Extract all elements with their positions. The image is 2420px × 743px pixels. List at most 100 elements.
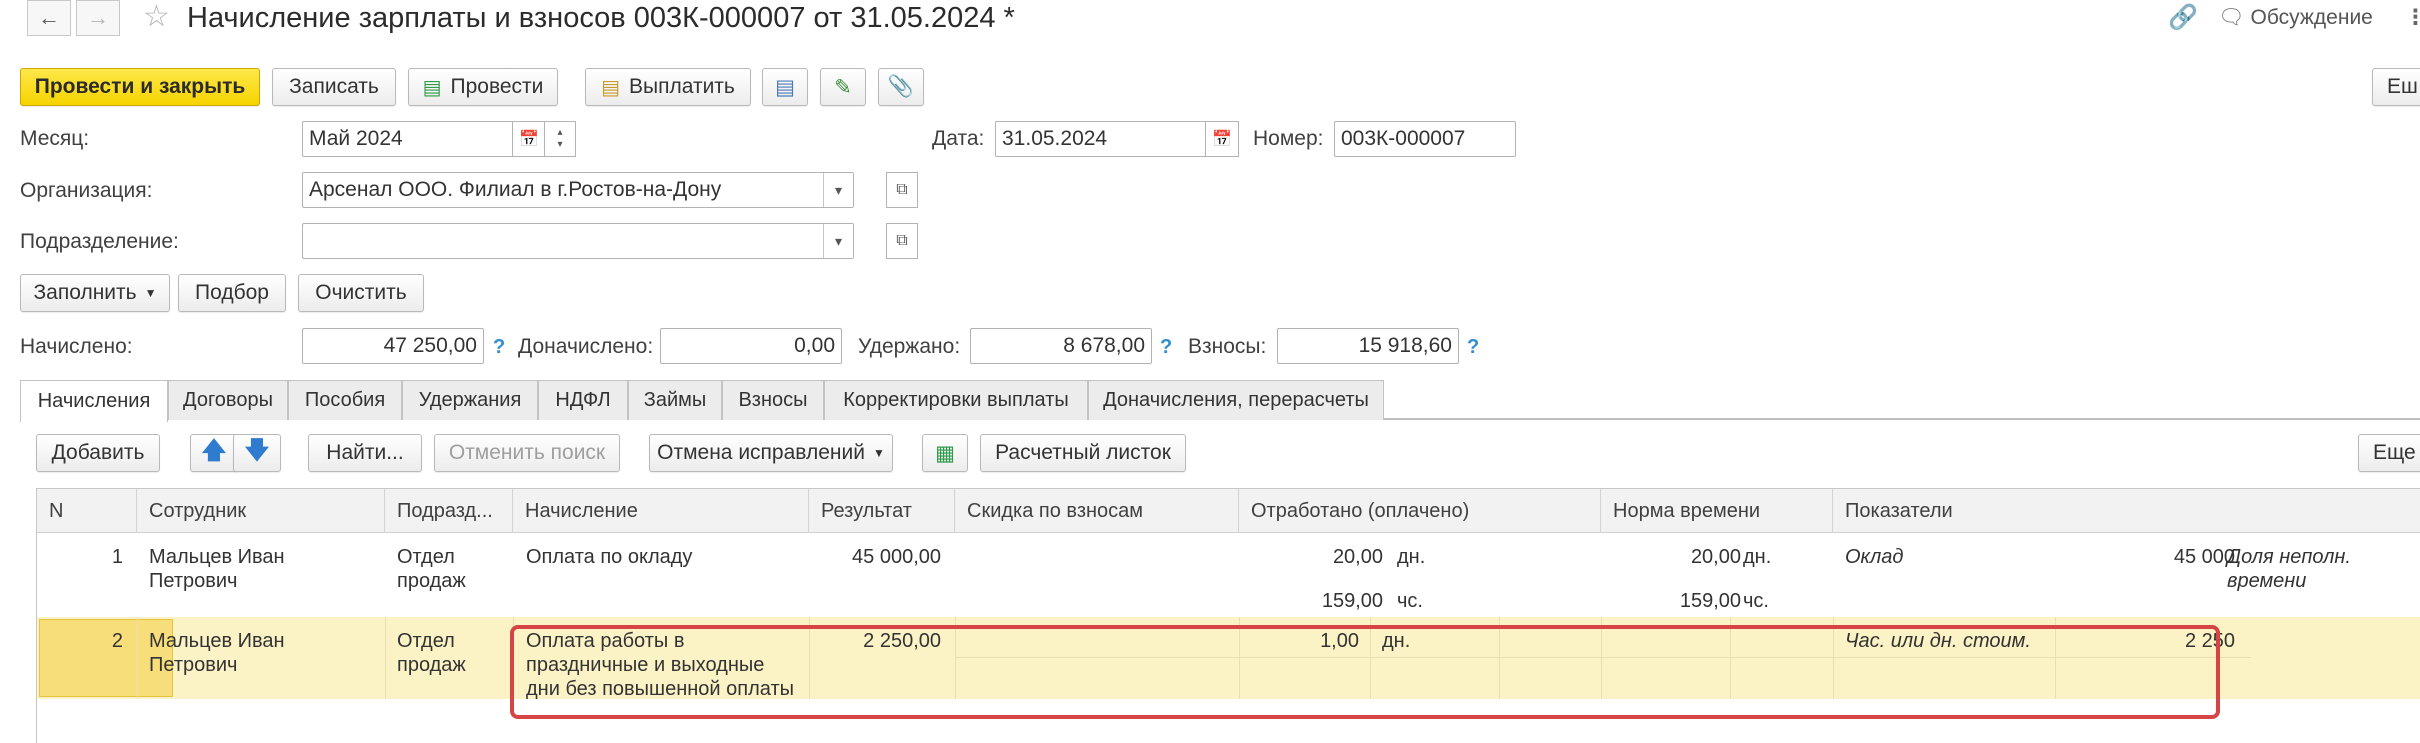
withheld-field: 8 678,00 [970, 328, 1152, 364]
column-header-contribution-discount[interactable]: Скидка по взносам [955, 489, 1239, 533]
more-actions-button[interactable]: Еш [2372, 68, 2420, 106]
accrued-help-icon[interactable]: ? [493, 334, 505, 360]
tab-accruals[interactable]: Начисления [20, 380, 168, 422]
column-header-worked[interactable]: Отработано (оплачено) [1239, 489, 1601, 533]
cancel-corrections-button[interactable]: Отмена исправлений ▼ [649, 434, 893, 472]
page-title: Начисление зарплаты и взносов 003К-00000… [187, 2, 1015, 34]
department-name-line2: продаж [397, 654, 466, 676]
employee-name-line2: Петрович [149, 654, 238, 676]
report-button[interactable]: ▤ [762, 68, 808, 106]
pick-button[interactable]: Подбор [178, 274, 286, 312]
column-header-indicators[interactable]: Показатели [1833, 489, 2420, 533]
pay-button[interactable]: ▤ Выплатить [585, 68, 751, 106]
chevron-down-icon: ▾ [834, 232, 843, 249]
chevron-down-icon: ▼ [872, 446, 885, 460]
tab-ndfl[interactable]: НДФЛ [538, 380, 628, 420]
norm-hours-unit: чс. [1743, 590, 1769, 612]
post-button[interactable]: ▤ Провести [408, 68, 558, 106]
favorite-star-icon[interactable]: ☆ [143, 0, 170, 36]
calendar-icon: 📅 [1212, 131, 1232, 148]
column-header-accrual[interactable]: Начисление [513, 489, 809, 533]
withheld-help-icon[interactable]: ? [1160, 334, 1172, 360]
stepper-up-icon: ▴ [557, 127, 563, 138]
column-settings-button[interactable]: ▦ [922, 434, 968, 472]
table-add-icon: ▦ [935, 441, 955, 465]
column-header-time-norm[interactable]: Норма времени [1601, 489, 1833, 533]
department-dropdown-button[interactable]: ▾ [823, 224, 853, 258]
department-open-button[interactable]: ⧉ [886, 223, 918, 259]
column-header-department[interactable]: Подразд... [385, 489, 513, 533]
tab-loans[interactable]: Займы [628, 380, 722, 420]
discussion-button[interactable]: 🗨 Обсуждение [2218, 0, 2373, 36]
tab-recalculations[interactable]: Доначисления, перерасчеты [1088, 380, 1384, 420]
norm-days: 20,00 [1690, 546, 1741, 568]
save-button[interactable]: Записать [272, 68, 396, 106]
number-label: Номер: [1253, 127, 1324, 150]
indicator-value: 45 000 [2173, 546, 2235, 568]
row-number: 1 [111, 546, 123, 568]
organization-field[interactable]: Арсенал ООО. Филиал в г.Ростов-на-Дону ▾ [302, 172, 854, 208]
tab-benefits[interactable]: Пособия [288, 380, 402, 420]
arrow-left-icon: ← [38, 5, 60, 30]
contributions-field: 15 918,60 [1277, 328, 1459, 364]
contributions-help-icon[interactable]: ? [1467, 334, 1479, 360]
department-label: Подразделение: [20, 230, 179, 253]
pencil-icon: ✎ [834, 75, 852, 99]
indicator2-name: Доля неполн. [2227, 546, 2351, 568]
employee-name: Мальцев Иван [149, 546, 285, 568]
post-and-close-button[interactable]: Провести и закрыть [20, 68, 260, 106]
department-field[interactable]: ▾ [302, 223, 854, 259]
norm-days-unit: дн. [1743, 546, 1772, 568]
organization-dropdown-button[interactable]: ▾ [823, 173, 853, 207]
cancel-search-button[interactable]: Отменить поиск [434, 434, 620, 472]
back-button[interactable]: ← [27, 0, 71, 36]
open-window-icon: ⧉ [896, 181, 908, 198]
more-menu-icon[interactable]: ⋮ [2405, 0, 2420, 36]
attach-button[interactable]: 📎 [878, 68, 924, 106]
edit-button[interactable]: ✎ [820, 68, 866, 106]
extra-accrued-label: Доначислено: [518, 335, 654, 358]
organization-open-button[interactable]: ⧉ [886, 172, 918, 208]
accrual-type: Оплата по окладу [526, 546, 693, 568]
indicator-name: Оклад [1845, 546, 1904, 568]
extra-accrued-field: 0,00 [660, 328, 842, 364]
month-stepper[interactable]: ▴ ▾ [544, 121, 576, 157]
month-label: Месяц: [20, 127, 90, 150]
month-calendar-button[interactable]: 📅 [512, 121, 546, 157]
clear-button[interactable]: Очистить [298, 274, 424, 312]
tab-contracts[interactable]: Договоры [168, 380, 288, 420]
norm-hours: 159,00 [1679, 590, 1741, 612]
post-document-icon: ▤ [422, 76, 442, 99]
forward-button[interactable]: → [76, 0, 120, 36]
column-header-employee[interactable]: Сотрудник [137, 489, 385, 533]
chat-icon: 🗨 [2218, 6, 2245, 29]
tab-payment-adjustments[interactable]: Корректировки выплаты [824, 380, 1088, 420]
date-field[interactable]: 31.05.2024 [995, 121, 1207, 157]
contributions-label: Взносы: [1188, 335, 1267, 358]
date-calendar-button[interactable]: 📅 [1205, 121, 1239, 157]
add-row-button[interactable]: Добавить [36, 434, 160, 472]
date-label: Дата: [932, 127, 985, 150]
move-down-button[interactable]: 🡇 [233, 434, 281, 472]
tab-deductions[interactable]: Удержания [402, 380, 538, 420]
move-up-button[interactable]: 🡅 [190, 434, 238, 472]
column-header-n[interactable]: N [37, 489, 137, 533]
accrued-label: Начислено: [20, 335, 133, 358]
highlight-frame [510, 625, 2220, 719]
employee-name-line2: Петрович [149, 570, 238, 592]
department-name: Отдел [397, 546, 455, 568]
column-header-result[interactable]: Результат [809, 489, 955, 533]
department-name-line2: продаж [397, 570, 466, 592]
cell-divider [137, 617, 138, 699]
number-field[interactable]: 003К-000007 [1334, 121, 1516, 157]
table-more-button[interactable]: Еще [2358, 434, 2420, 472]
withheld-label: Удержано: [858, 335, 961, 358]
fill-button[interactable]: Заполнить ▼ [20, 274, 170, 312]
find-button[interactable]: Найти... [308, 434, 422, 472]
calendar-icon: 📅 [519, 131, 539, 148]
tab-contributions[interactable]: Взносы [722, 380, 824, 420]
link-icon[interactable]: 🔗 [2168, 0, 2198, 36]
month-field[interactable]: Май 2024 [302, 121, 514, 157]
payslip-button[interactable]: Расчетный листок [980, 434, 1186, 472]
worked-hours: 159,00 [1321, 590, 1383, 612]
